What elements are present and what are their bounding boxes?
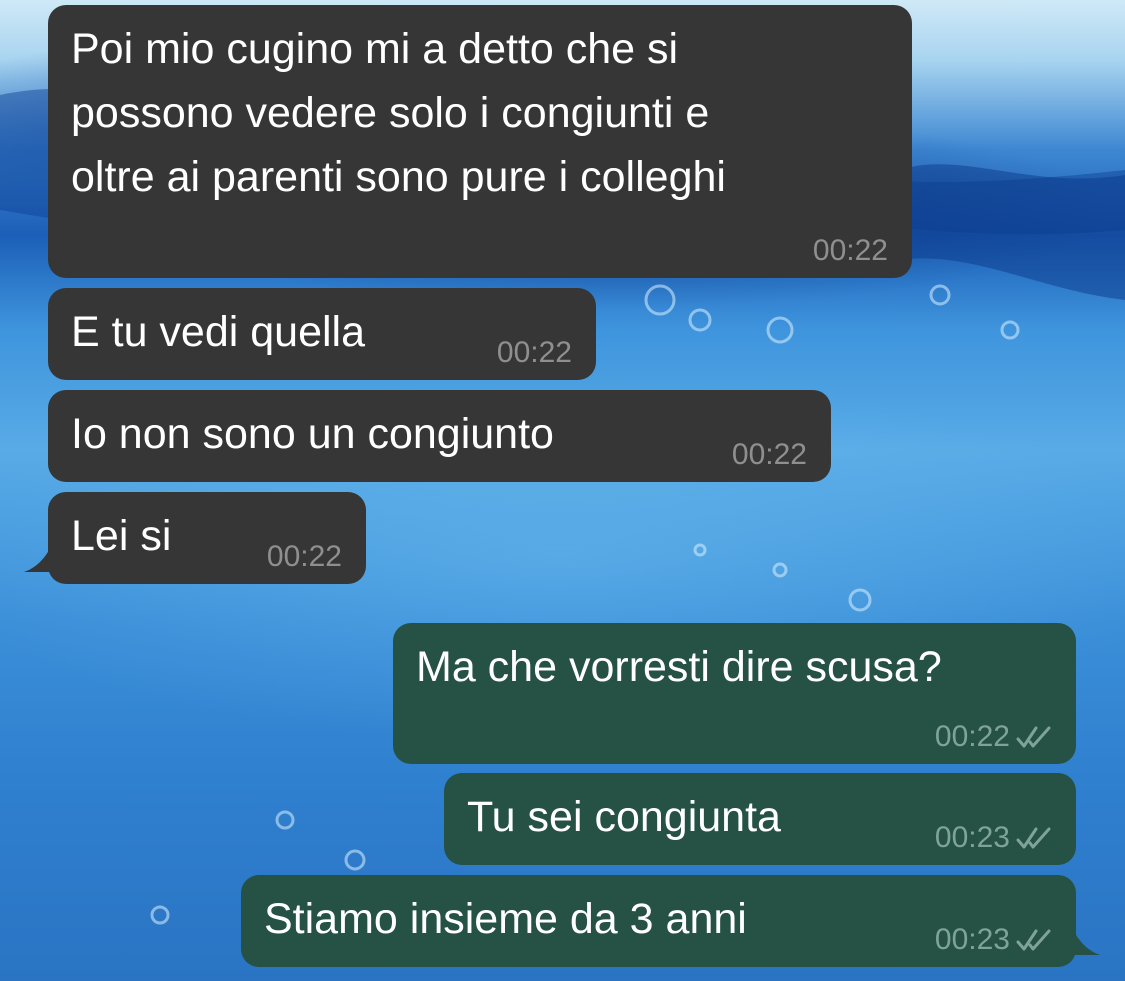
message-bubble-outgoing[interactable]: Ma che vorresti dire scusa? 00:22 (393, 623, 1076, 764)
message-bubble-incoming[interactable]: Io non sono un congiunto 00:22 (48, 390, 831, 482)
message-time: 00:22 (934, 720, 1010, 753)
message-meta: 00:22 (267, 539, 342, 575)
bubble-tail (1072, 927, 1100, 955)
double-check-icon (1016, 929, 1051, 951)
message-time: 00:22 (496, 336, 572, 369)
message-meta: 00:22 (497, 335, 572, 371)
message-time: 00:23 (934, 923, 1010, 956)
message-meta: 00:23 (935, 922, 1052, 958)
message-bubble-outgoing[interactable]: Tu sei congiunta 00:23 (444, 773, 1076, 865)
message-text: Poi mio cugino mi a detto che si possono… (71, 25, 726, 201)
message-bubble-outgoing[interactable]: Stiamo insieme da 3 anni 00:23 (241, 875, 1100, 967)
double-check-icon (1016, 726, 1051, 748)
message-bubble-incoming[interactable]: Lei si 00:22 (24, 492, 366, 584)
message-time: 00:22 (731, 438, 807, 471)
bubble-tail (24, 544, 52, 572)
message-bubble-incoming[interactable]: E tu vedi quella 00:22 (48, 288, 596, 380)
message-text: Io non sono un congiunto (71, 410, 554, 458)
message-text: Ma che vorresti dire scusa? (416, 643, 942, 691)
message-time: 00:22 (266, 540, 342, 573)
message-meta: 00:22 (732, 437, 807, 473)
message-meta: 00:22 (813, 233, 888, 269)
message-bubble-incoming[interactable]: Poi mio cugino mi a detto che si possono… (48, 5, 912, 278)
double-check-icon (1016, 827, 1051, 849)
message-text: Stiamo insieme da 3 anni (264, 895, 747, 943)
message-meta: 00:23 (935, 820, 1052, 856)
message-time: 00:23 (934, 821, 1010, 854)
message-time: 00:22 (812, 234, 888, 267)
message-meta: 00:22 (935, 719, 1052, 755)
